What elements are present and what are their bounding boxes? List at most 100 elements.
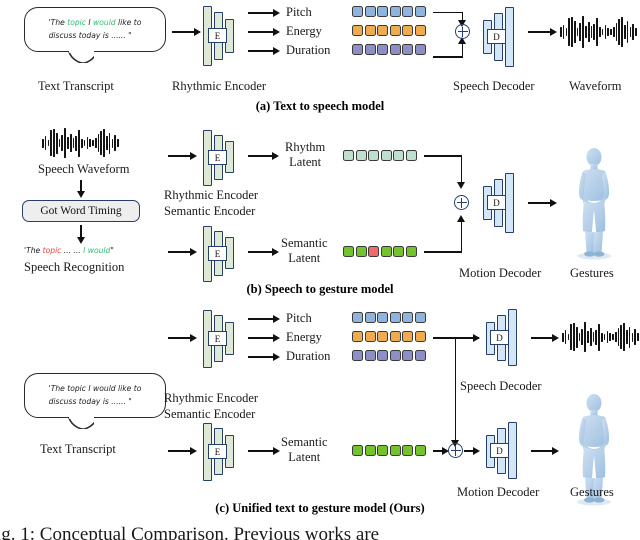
arrow-line-c-duration [248,356,273,358]
waveform-bar [100,131,103,155]
text-transcript-label: Text Transcript [38,79,114,93]
token-block [405,246,417,257]
semantic-latent-line1: Semantic [281,236,328,250]
waveform-bar [105,136,108,150]
rhythmic-encoder-b: E [201,129,243,187]
arrow-line-a-out [528,31,550,33]
token-block [393,150,404,161]
waveform-bar [604,25,607,39]
bubble-c-line1: 'The topic I would like to [48,383,142,393]
waveform-bar [603,334,606,340]
token-block [389,445,401,456]
waveform-bar [567,333,570,341]
semantic-latent-label-b: Semantic Latent [281,236,328,266]
waveform-bar [606,330,609,344]
arrow-line-c-pitch [248,318,273,320]
text-transcript-label-c: Text Transcript [40,442,116,456]
token-block [343,150,354,161]
speech-decoder-label-a: Speech Decoder [453,79,535,93]
bubble-mid: I [85,17,94,27]
waveform-bar [637,333,639,341]
waveform-bar [587,331,589,343]
text-transcript-text: 'The topic I would like to discuss today… [42,17,149,42]
speech-decoder-c: D [484,308,526,366]
waveform-bar [564,330,567,344]
waveform-bar [582,16,584,48]
motion-decoder-label-b: Motion Decoder [459,266,542,280]
waveform-a [560,16,637,48]
token-block [402,312,413,323]
rhythmic-encoder-a: E [201,5,243,67]
decoder-glyph-box: D [490,443,509,458]
token-block [352,312,363,323]
bubble-pre: 'The [48,17,68,27]
add-operator-b [454,195,469,210]
token-block [380,246,392,257]
waveform-bar [565,28,568,36]
waveform-bar [581,328,584,346]
semantic-encoder-b: E [201,225,243,283]
rhythm-latent-line1: Rhythm [285,140,326,154]
waveform-bar [114,135,116,151]
add-operator-a [455,24,470,39]
waveform-bar [67,137,69,149]
gesture-figure-b [563,144,625,260]
arrow-line-b-lat1 [248,155,272,157]
waveform-bar [618,19,621,45]
waveform-bar [78,129,80,157]
bubble-line2: discuss today is ...... " [48,30,132,40]
semantic-encoder-c: E [201,422,243,482]
token-block [402,445,413,456]
encoder-glyph-box: E [208,444,227,459]
waveform-bar [89,139,91,147]
waveform-bar [578,332,581,342]
waveform-bar [97,134,100,152]
token-block [389,312,401,323]
arrow-head-b-out [550,198,557,207]
text-transcript-bubble-c: 'The topic I would like to discuss today… [24,373,166,418]
encoder-glyph-box: E [208,246,227,261]
arrow-line-a-duration [248,50,273,52]
rhythmic-encoder-c: E [201,309,243,369]
token-block [405,150,417,161]
waveform-bar [607,27,609,37]
rhythm-latent-label: Rhythm Latent [285,140,325,170]
arrow-line-b-enc1 [168,155,190,157]
waveform-bar [576,27,579,37]
waveform-bar [614,332,617,342]
waveform-bar [86,136,89,150]
waveform-bar [612,26,615,38]
motion-decoder-c: D [484,421,526,479]
arrow-head-b-down2 [76,237,85,244]
arrow-line-c-lat [248,450,273,452]
text-transcript-text-c: 'The topic I would like to discuss today… [42,383,149,408]
token-block [389,6,401,17]
token-block [352,6,363,17]
token-block [402,331,413,342]
waveform-bar [44,136,47,150]
waveform-bar [72,137,75,149]
merge-line-a-top [433,11,463,14]
merge-head-b-bot [457,215,466,222]
decoder-bar-3 [508,309,517,366]
token-row-pitch-c [352,312,426,323]
token-block [364,44,376,55]
waveform-bar [117,139,119,147]
output-label-pitch: Pitch [286,5,312,19]
token-block [414,331,426,342]
arrow-line-b-lat2 [248,251,272,253]
arrow-head-c-pitch [273,314,280,323]
arrow-head-c-energy [273,333,280,342]
encoder-glyph-box: E [208,28,227,43]
token-block [343,246,354,257]
branch-head-c-speech [473,333,480,342]
token-row-pitch [352,6,426,17]
arrow-head-b-lat2 [272,247,279,256]
waveform-bar [92,140,94,146]
output-label-duration: Duration [286,43,331,57]
panel-unified-text-to-gesture: 'The topic I would like to discuss today… [0,305,640,515]
token-block [364,312,376,323]
waveform-bar [83,140,86,146]
token-block [389,44,401,55]
waveform-bar [47,139,50,147]
